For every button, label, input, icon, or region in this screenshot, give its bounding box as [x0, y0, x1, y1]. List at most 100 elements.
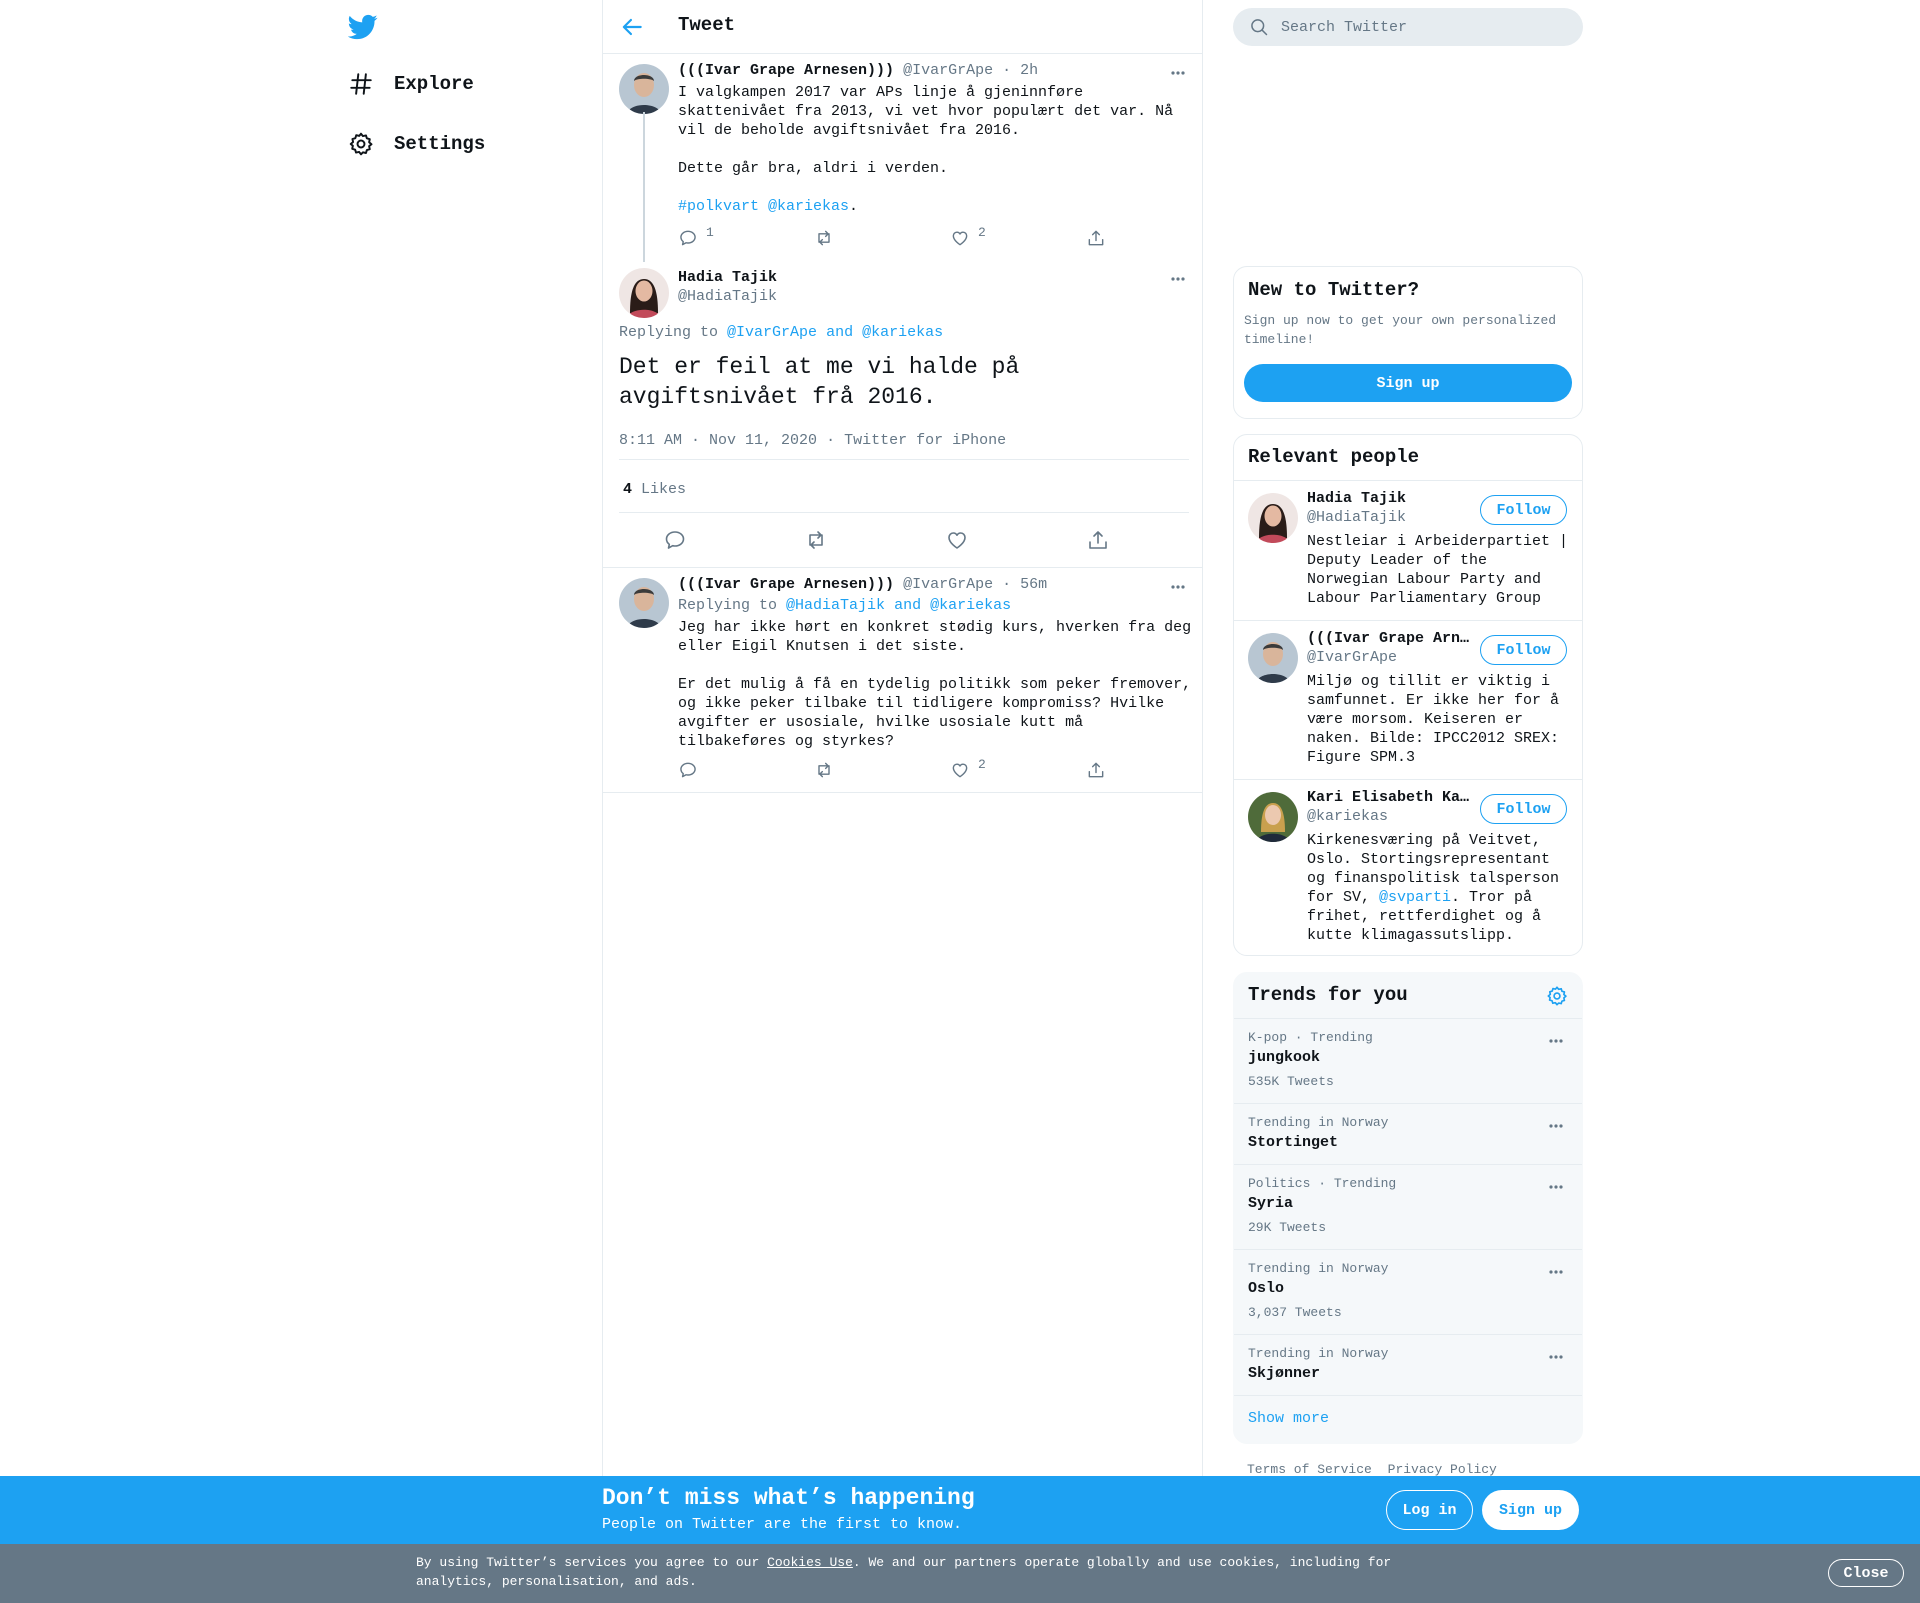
tweet-text: Jeg har ikke hørt en konkret stødig kurs…: [678, 619, 1192, 750]
like-button[interactable]: 2: [950, 225, 1086, 248]
more-options-icon[interactable]: [1546, 1347, 1566, 1367]
person-handle[interactable]: @kariekas: [1307, 808, 1388, 825]
author-name[interactable]: (((Ivar Grape Arnesen))): [678, 62, 894, 79]
log-in-button[interactable]: Log in: [1386, 1490, 1473, 1530]
cookie-banner: By using Twitter’s services you agree to…: [0, 1544, 1920, 1603]
cookies-use-link[interactable]: Cookies Use: [767, 1555, 853, 1570]
person-bio: Nestleiar i Arbeiderpartiet | Deputy Lea…: [1307, 533, 1569, 607]
retweet-button[interactable]: [814, 760, 950, 780]
person-handle[interactable]: @IvarGrApe: [1307, 649, 1397, 666]
reply-button[interactable]: 1: [678, 225, 814, 248]
like-button[interactable]: 2: [950, 757, 1086, 780]
more-options-icon[interactable]: [1168, 269, 1188, 289]
avatar-ivar[interactable]: [1248, 633, 1298, 683]
avatar-kari[interactable]: [1248, 792, 1298, 842]
footer-links: Terms of Service Privacy Policy: [1247, 1462, 1505, 1477]
more-options-icon[interactable]: [1546, 1262, 1566, 1282]
person-name[interactable]: Hadia Tajik: [1307, 490, 1472, 507]
person-handle[interactable]: @HadiaTajik: [1307, 509, 1406, 526]
tweet-time[interactable]: · 2h: [1002, 62, 1038, 79]
mention-link[interactable]: @kariekas: [768, 198, 849, 215]
retweet-icon: [818, 762, 830, 778]
sign-up-button[interactable]: Sign up: [1482, 1490, 1579, 1530]
tweet-source[interactable]: · Twitter for iPhone: [826, 432, 1006, 449]
privacy-link[interactable]: Privacy Policy: [1388, 1462, 1497, 1477]
likes-stat[interactable]: 4 Likes: [623, 481, 686, 498]
trend-category: Trending in Norway: [1248, 1261, 1389, 1276]
share-icon: [1088, 230, 1104, 246]
author-handle[interactable]: @IvarGrApe: [903, 62, 993, 79]
new-to-twitter-card: New to Twitter? Sign up now to get your …: [1233, 266, 1583, 419]
show-more-link[interactable]: Show more: [1248, 1410, 1329, 1427]
more-options-icon[interactable]: [1546, 1177, 1566, 1197]
gear-icon[interactable]: [1546, 985, 1568, 1007]
tweet-timestamp[interactable]: 8:11 AM · Nov 11, 2020: [619, 432, 817, 449]
search-box[interactable]: [1233, 8, 1583, 46]
trend-item[interactable]: Trending in Norway Skjønner: [1234, 1334, 1582, 1395]
more-options-icon[interactable]: [1546, 1031, 1566, 1051]
replying-to-prefix: Replying to: [678, 597, 778, 614]
author-name[interactable]: (((Ivar Grape Arnesen))): [678, 576, 894, 593]
tweet-time[interactable]: · 56m: [1002, 576, 1047, 593]
sign-up-button[interactable]: Sign up: [1244, 364, 1572, 402]
relevant-people-card: Relevant people Hadia Tajik @HadiaTajik …: [1233, 434, 1583, 956]
share-button[interactable]: [1086, 760, 1222, 780]
signup-promo-bar: Don’t miss what’s happening People on Tw…: [0, 1476, 1920, 1544]
person-name[interactable]: Kari Elisabeth Kaski: [1307, 789, 1472, 806]
trend-name: Oslo: [1248, 1280, 1285, 1297]
reply-icon: [680, 230, 696, 246]
divider: [619, 512, 1189, 513]
replying-to-users[interactable]: @HadiaTajik and @kariekas: [786, 597, 1011, 614]
tweet-actions: 2: [678, 757, 1222, 780]
more-options-icon[interactable]: [1168, 63, 1188, 83]
avatar-ivar[interactable]: [619, 64, 669, 114]
trend-item[interactable]: Trending in Norway Stortinget: [1234, 1103, 1582, 1164]
avatar-hadia[interactable]: [1248, 493, 1298, 543]
more-options-icon[interactable]: [1546, 1116, 1566, 1136]
like-button[interactable]: [945, 528, 1086, 552]
parent-tweet[interactable]: (((Ivar Grape Arnesen))) @IvarGrApe · 2h…: [603, 54, 1202, 260]
follow-button[interactable]: Follow: [1480, 635, 1567, 665]
tweet-meta: (((Ivar Grape Arnesen))) @IvarGrApe · 56…: [678, 576, 1047, 593]
trend-count: 29K Tweets: [1248, 1220, 1327, 1235]
divider: [619, 459, 1189, 460]
retweet-button[interactable]: [804, 528, 945, 552]
follow-button[interactable]: Follow: [1480, 794, 1567, 824]
twitter-bird-logo-icon[interactable]: [348, 12, 378, 42]
retweet-button[interactable]: [814, 228, 950, 248]
bio-mention-link[interactable]: @svparti: [1379, 889, 1451, 906]
close-button[interactable]: Close: [1828, 1559, 1904, 1587]
focused-author: Hadia Tajik @HadiaTajik: [678, 268, 777, 306]
person-bio: Miljø og tillit er viktig i samfunnet. E…: [1307, 673, 1560, 766]
share-button[interactable]: [1086, 228, 1222, 248]
avatar-ivar[interactable]: [619, 578, 669, 628]
trend-item[interactable]: Politics · Trending Syria 29K Tweets: [1234, 1164, 1582, 1249]
new-to-twitter-title: New to Twitter?: [1248, 279, 1420, 301]
author-name[interactable]: Hadia Tajik: [678, 268, 777, 287]
hashtag-link[interactable]: #polkvart: [678, 198, 759, 215]
person-name[interactable]: (((Ivar Grape Arnesen))): [1307, 630, 1472, 647]
more-options-icon[interactable]: [1168, 577, 1188, 597]
search-input[interactable]: [1281, 8, 1571, 46]
back-arrow-icon[interactable]: [619, 14, 645, 40]
reply-button[interactable]: [678, 760, 814, 780]
person-kari-elisabeth-kaski[interactable]: Kari Elisabeth Kaski @kariekas Follow Ki…: [1234, 779, 1582, 955]
trend-item[interactable]: K-pop · Trending jungkook 535K Tweets: [1234, 1018, 1582, 1103]
author-handle[interactable]: @IvarGrApe: [903, 576, 993, 593]
trend-item[interactable]: Trending in Norway Oslo 3,037 Tweets: [1234, 1249, 1582, 1334]
reply-tweet[interactable]: (((Ivar Grape Arnesen))) @IvarGrApe · 56…: [603, 568, 1202, 793]
avatar-hadia[interactable]: [619, 268, 669, 318]
main-column: Tweet (((Ivar Grape Arnesen))) @IvarGrAp…: [602, 0, 1203, 1603]
reply-button[interactable]: [663, 528, 804, 552]
replying-to-users[interactable]: @IvarGrApe and @kariekas: [727, 324, 943, 341]
share-button[interactable]: [1086, 528, 1227, 552]
nav-settings[interactable]: Settings: [348, 120, 485, 168]
follow-button[interactable]: Follow: [1480, 495, 1567, 525]
terms-link[interactable]: Terms of Service: [1247, 1462, 1372, 1477]
person-ivar-grape-arnesen[interactable]: (((Ivar Grape Arnesen))) @IvarGrApe Foll…: [1234, 620, 1582, 779]
gear-icon: [349, 132, 373, 156]
like-count: 2: [978, 757, 986, 772]
author-handle[interactable]: @HadiaTajik: [678, 287, 777, 306]
nav-explore[interactable]: Explore: [348, 60, 474, 108]
person-hadia-tajik[interactable]: Hadia Tajik @HadiaTajik Follow Nestleiar…: [1234, 480, 1582, 620]
